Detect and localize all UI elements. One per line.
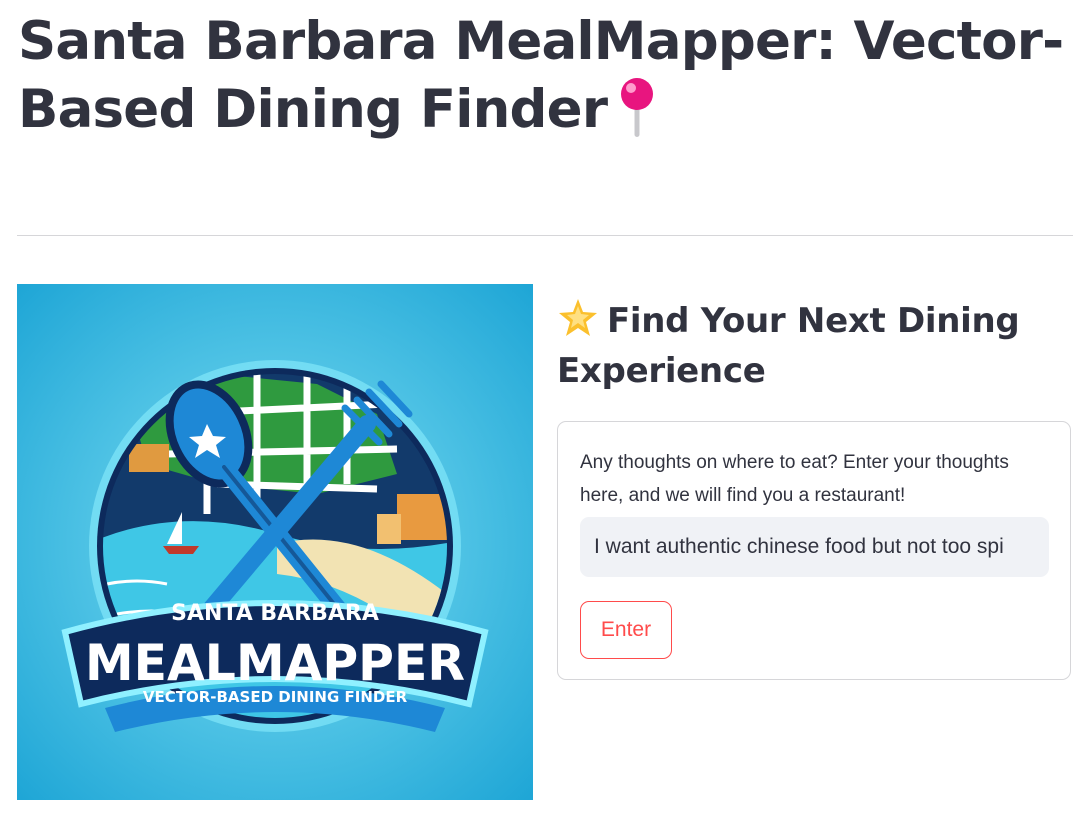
- enter-button[interactable]: Enter: [580, 601, 672, 659]
- prompt-label: Any thoughts on where to eat? Enter your…: [580, 452, 1009, 506]
- logo-line-main: MEALMAPPER: [85, 634, 465, 692]
- logo-line-top: SANTA BARBARA: [171, 601, 379, 626]
- section-heading: Find Your Next Dining Experience: [557, 296, 1073, 396]
- page-title-text: Santa Barbara MealMapper: Vector-Based D…: [18, 11, 1064, 140]
- mealmapper-logo: SANTA BARBARA MEALMAPPER VECTOR-BASED DI…: [17, 284, 533, 800]
- divider: [17, 235, 1073, 236]
- logo-line-sub: VECTOR-BASED DINING FINDER: [143, 688, 408, 706]
- glowing-star-icon: [559, 299, 597, 336]
- round-pushpin-icon: [621, 78, 654, 138]
- page-title: Santa Barbara MealMapper: Vector-Based D…: [18, 8, 1068, 144]
- search-form: Any thoughts on where to eat? Enter your…: [557, 421, 1071, 680]
- search-panel: Find Your Next Dining Experience Any tho…: [557, 296, 1073, 680]
- section-heading-text: Find Your Next Dining Experience: [557, 301, 1020, 391]
- query-input[interactable]: [580, 517, 1049, 577]
